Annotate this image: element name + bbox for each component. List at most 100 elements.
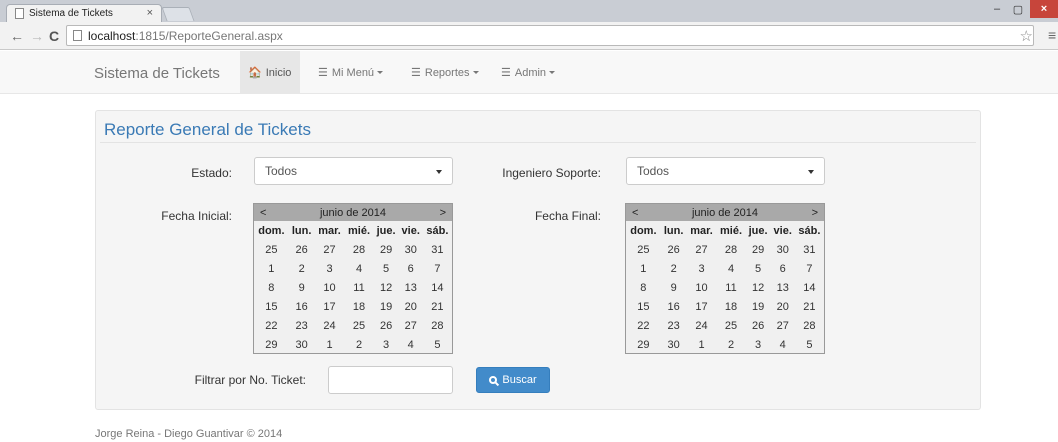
new-tab-button[interactable] xyxy=(161,7,195,21)
calendar-day-cell[interactable]: 4 xyxy=(344,259,373,278)
calendar-day-cell[interactable]: 24 xyxy=(687,316,717,335)
calendar-day-cell[interactable]: 2 xyxy=(661,259,687,278)
calendar-day-cell[interactable]: 5 xyxy=(423,335,452,354)
calendar-day-cell[interactable]: 8 xyxy=(626,278,661,297)
calendar-day-cell[interactable]: 26 xyxy=(661,240,687,259)
calendar-day-cell[interactable]: 25 xyxy=(344,316,373,335)
calendar-day-cell[interactable]: 23 xyxy=(289,316,315,335)
calendar-day-cell[interactable]: 30 xyxy=(399,240,423,259)
nav-item-admin[interactable]: ☰ Admin xyxy=(493,51,563,94)
calendar-day-cell[interactable]: 14 xyxy=(423,278,452,297)
calendar-prev-button[interactable]: < xyxy=(632,207,638,219)
calendar-day-cell[interactable]: 30 xyxy=(289,335,315,354)
calendar-day-cell[interactable]: 26 xyxy=(374,316,399,335)
calendar-day-cell[interactable]: 21 xyxy=(423,297,452,316)
calendar-day-cell[interactable]: 30 xyxy=(661,335,687,354)
nav-item-mi-menu[interactable]: ☰ Mi Menú xyxy=(310,51,391,94)
calendar-day-cell[interactable]: 4 xyxy=(399,335,423,354)
calendar-day-cell[interactable]: 16 xyxy=(661,297,687,316)
calendar-day-cell[interactable]: 28 xyxy=(344,240,373,259)
calendar-day-cell[interactable]: 17 xyxy=(315,297,345,316)
browser-menu-icon[interactable]: ≡ xyxy=(1048,27,1056,43)
calendar-day-cell[interactable]: 20 xyxy=(399,297,423,316)
calendar-day-cell[interactable]: 27 xyxy=(399,316,423,335)
calendar-day-cell[interactable]: 8 xyxy=(254,278,289,297)
calendar-day-cell[interactable]: 25 xyxy=(254,240,289,259)
calendar-day-cell[interactable]: 10 xyxy=(687,278,717,297)
back-icon[interactable]: ← xyxy=(10,28,24,44)
calendar-day-cell[interactable]: 27 xyxy=(315,240,345,259)
calendar-day-cell[interactable]: 1 xyxy=(687,335,717,354)
calendar-day-cell[interactable]: 21 xyxy=(795,297,824,316)
calendar-day-cell[interactable]: 7 xyxy=(423,259,452,278)
nav-item-reportes[interactable]: ☰ Reportes xyxy=(403,51,487,94)
calendar-day-cell[interactable]: 15 xyxy=(626,297,661,316)
calendar-day-cell[interactable]: 11 xyxy=(344,278,373,297)
navbar-brand[interactable]: Sistema de Tickets xyxy=(94,65,220,82)
calendar-day-cell[interactable]: 5 xyxy=(746,259,771,278)
calendar-day-cell[interactable]: 9 xyxy=(661,278,687,297)
calendar-next-button[interactable]: > xyxy=(812,207,818,219)
calendar-day-cell[interactable]: 6 xyxy=(399,259,423,278)
calendar-day-cell[interactable]: 16 xyxy=(289,297,315,316)
calendar-day-cell[interactable]: 17 xyxy=(687,297,717,316)
calendar-day-cell[interactable]: 3 xyxy=(746,335,771,354)
browser-tab[interactable]: Sistema de Tickets × xyxy=(6,4,162,22)
calendar-day-cell[interactable]: 27 xyxy=(687,240,717,259)
maximize-icon[interactable]: ▢ xyxy=(1008,0,1028,18)
calendar-day-cell[interactable]: 1 xyxy=(315,335,345,354)
minimize-icon[interactable]: – xyxy=(987,0,1007,18)
calendar-day-cell[interactable]: 29 xyxy=(374,240,399,259)
calendar-day-cell[interactable]: 28 xyxy=(795,316,824,335)
tab-close-icon[interactable]: × xyxy=(147,7,153,19)
calendar-fecha-inicial[interactable]: < junio de 2014 > dom. lun. mar. mié. jue. vie. s… xyxy=(253,203,453,354)
calendar-day-cell[interactable]: 11 xyxy=(716,278,745,297)
calendar-day-cell[interactable]: 3 xyxy=(687,259,717,278)
calendar-day-cell[interactable]: 26 xyxy=(746,316,771,335)
calendar-day-cell[interactable]: 10 xyxy=(315,278,345,297)
calendar-day-cell[interactable]: 5 xyxy=(795,335,824,354)
calendar-day-cell[interactable]: 1 xyxy=(626,259,661,278)
calendar-day-cell[interactable]: 30 xyxy=(771,240,795,259)
calendar-day-cell[interactable]: 2 xyxy=(344,335,373,354)
calendar-day-cell[interactable]: 6 xyxy=(771,259,795,278)
calendar-day-cell[interactable]: 12 xyxy=(374,278,399,297)
calendar-day-cell[interactable]: 15 xyxy=(254,297,289,316)
calendar-day-cell[interactable]: 23 xyxy=(661,316,687,335)
calendar-day-cell[interactable]: 7 xyxy=(795,259,824,278)
calendar-day-cell[interactable]: 2 xyxy=(289,259,315,278)
calendar-day-cell[interactable]: 22 xyxy=(254,316,289,335)
nav-item-inicio[interactable]: 🏠 Inicio xyxy=(240,51,300,94)
calendar-day-cell[interactable]: 28 xyxy=(423,316,452,335)
calendar-day-cell[interactable]: 3 xyxy=(374,335,399,354)
calendar-day-cell[interactable]: 19 xyxy=(746,297,771,316)
window-close-icon[interactable]: × xyxy=(1030,0,1058,18)
calendar-day-cell[interactable]: 13 xyxy=(399,278,423,297)
calendar-day-cell[interactable]: 19 xyxy=(374,297,399,316)
ticket-number-input[interactable] xyxy=(328,366,453,394)
calendar-day-cell[interactable]: 31 xyxy=(795,240,824,259)
reload-icon[interactable]: C xyxy=(49,28,59,44)
calendar-day-cell[interactable]: 14 xyxy=(795,278,824,297)
buscar-button[interactable]: Buscar xyxy=(476,367,550,393)
calendar-day-cell[interactable]: 31 xyxy=(423,240,452,259)
calendar-next-button[interactable]: > xyxy=(440,207,446,219)
calendar-day-cell[interactable]: 12 xyxy=(746,278,771,297)
calendar-day-cell[interactable]: 26 xyxy=(289,240,315,259)
calendar-day-cell[interactable]: 1 xyxy=(254,259,289,278)
calendar-day-cell[interactable]: 9 xyxy=(289,278,315,297)
calendar-day-cell[interactable]: 18 xyxy=(716,297,745,316)
calendar-prev-button[interactable]: < xyxy=(260,207,266,219)
calendar-day-cell[interactable]: 18 xyxy=(344,297,373,316)
calendar-day-cell[interactable]: 29 xyxy=(254,335,289,354)
estado-select[interactable]: Todos xyxy=(254,157,453,185)
bookmark-star-icon[interactable]: ☆ xyxy=(1020,27,1033,45)
calendar-day-cell[interactable]: 24 xyxy=(315,316,345,335)
calendar-day-cell[interactable]: 29 xyxy=(626,335,661,354)
calendar-day-cell[interactable]: 4 xyxy=(716,259,745,278)
calendar-day-cell[interactable]: 2 xyxy=(716,335,745,354)
calendar-day-cell[interactable]: 20 xyxy=(771,297,795,316)
calendar-day-cell[interactable]: 13 xyxy=(771,278,795,297)
address-bar[interactable]: localhost:1815/ReporteGeneral.aspx ☆ xyxy=(66,25,1034,46)
calendar-day-cell[interactable]: 25 xyxy=(626,240,661,259)
